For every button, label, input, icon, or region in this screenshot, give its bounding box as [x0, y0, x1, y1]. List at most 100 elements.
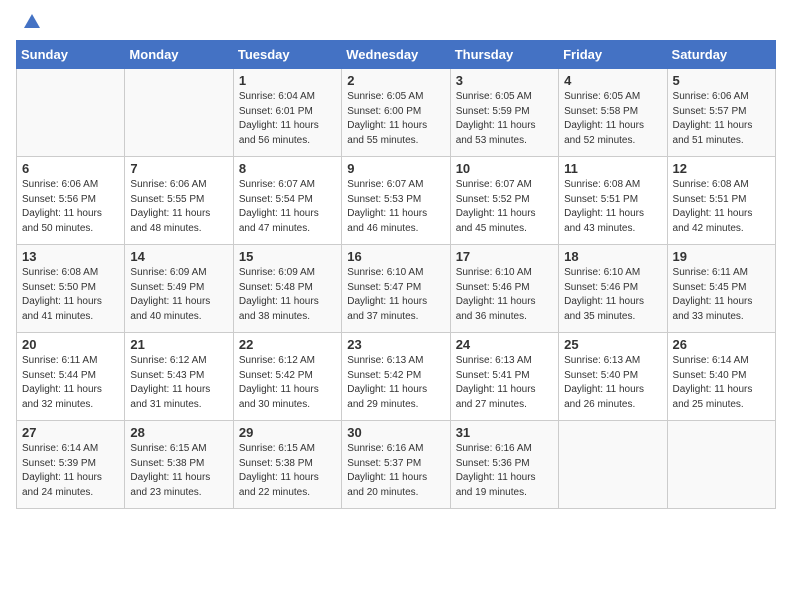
- day-number: 22: [239, 337, 336, 352]
- logo: [16, 16, 40, 30]
- calendar-cell: 25Sunrise: 6:13 AMSunset: 5:40 PMDayligh…: [559, 333, 667, 421]
- day-number: 15: [239, 249, 336, 264]
- calendar-cell: [559, 421, 667, 509]
- day-info: Sunrise: 6:10 AMSunset: 5:47 PMDaylight:…: [347, 266, 444, 324]
- day-number: 11: [564, 161, 661, 176]
- day-info: Sunrise: 6:06 AMSunset: 5:55 PMDaylight:…: [130, 178, 227, 236]
- day-number: 10: [456, 161, 553, 176]
- calendar-header-row: SundayMondayTuesdayWednesdayThursdayFrid…: [17, 41, 776, 69]
- day-info: Sunrise: 6:09 AMSunset: 5:49 PMDaylight:…: [130, 266, 227, 324]
- day-info: Sunrise: 6:12 AMSunset: 5:42 PMDaylight:…: [239, 354, 336, 412]
- day-info: Sunrise: 6:07 AMSunset: 5:54 PMDaylight:…: [239, 178, 336, 236]
- calendar-cell: 3 Sunrise: 6:05 AMSunset: 5:59 PMDaylight…: [450, 69, 558, 157]
- page-header: [16, 16, 776, 30]
- calendar-week-5: 27 Sunrise: 6:14 AMSunset: 5:39 PMDayligh…: [17, 421, 776, 509]
- column-header-friday: Friday: [559, 41, 667, 69]
- day-number: 30: [347, 425, 444, 440]
- calendar-cell: 20 Sunrise: 6:11 AMSunset: 5:44 PMDayligh…: [17, 333, 125, 421]
- day-info: Sunrise: 6:09 AMSunset: 5:48 PMDaylight:…: [239, 266, 336, 324]
- calendar-cell: [125, 69, 233, 157]
- column-header-wednesday: Wednesday: [342, 41, 450, 69]
- calendar-cell: 9 Sunrise: 6:07 AMSunset: 5:53 PMDaylight…: [342, 157, 450, 245]
- day-info: Sunrise: 6:08 AMSunset: 5:51 PMDaylight:…: [564, 178, 661, 236]
- day-info: Sunrise: 6:15 AMSunset: 5:38 PMDaylight:…: [130, 442, 227, 500]
- calendar-cell: 27 Sunrise: 6:14 AMSunset: 5:39 PMDayligh…: [17, 421, 125, 509]
- day-number: 27: [22, 425, 119, 440]
- day-number: 9: [347, 161, 444, 176]
- calendar-cell: 15 Sunrise: 6:09 AMSunset: 5:48 PMDayligh…: [233, 245, 341, 333]
- day-info: Sunrise: 6:05 AMSunset: 5:59 PMDaylight:…: [456, 90, 553, 148]
- day-info: Sunrise: 6:14 AMSunset: 5:40 PMDaylight:…: [673, 354, 770, 412]
- day-number: 18: [564, 249, 661, 264]
- day-number: 19: [673, 249, 770, 264]
- day-info: Sunrise: 6:11 AMSunset: 5:45 PMDaylight:…: [673, 266, 770, 324]
- day-info: Sunrise: 6:14 AMSunset: 5:39 PMDaylight:…: [22, 442, 119, 500]
- calendar-cell: 18 Sunrise: 6:10 AMSunset: 5:46 PMDayligh…: [559, 245, 667, 333]
- calendar-cell: 24Sunrise: 6:13 AMSunset: 5:41 PMDayligh…: [450, 333, 558, 421]
- column-header-tuesday: Tuesday: [233, 41, 341, 69]
- day-number: 1: [239, 73, 336, 88]
- day-number: 28: [130, 425, 227, 440]
- day-info: Sunrise: 6:06 AMSunset: 5:57 PMDaylight:…: [673, 90, 770, 148]
- day-info: Sunrise: 6:16 AMSunset: 5:36 PMDaylight:…: [456, 442, 553, 500]
- calendar-cell: 13 Sunrise: 6:08 AMSunset: 5:50 PMDayligh…: [17, 245, 125, 333]
- day-info: Sunrise: 6:16 AMSunset: 5:37 PMDaylight:…: [347, 442, 444, 500]
- day-number: 21: [130, 337, 227, 352]
- day-info: Sunrise: 6:10 AMSunset: 5:46 PMDaylight:…: [456, 266, 553, 324]
- calendar-cell: 16 Sunrise: 6:10 AMSunset: 5:47 PMDayligh…: [342, 245, 450, 333]
- day-number: 16: [347, 249, 444, 264]
- column-header-sunday: Sunday: [17, 41, 125, 69]
- day-number: 2: [347, 73, 444, 88]
- calendar-cell: 23 Sunrise: 6:13 AMSunset: 5:42 PMDayligh…: [342, 333, 450, 421]
- calendar-cell: [667, 421, 775, 509]
- calendar-cell: 11 Sunrise: 6:08 AMSunset: 5:51 PMDayligh…: [559, 157, 667, 245]
- day-info: Sunrise: 6:05 AMSunset: 5:58 PMDaylight:…: [564, 90, 661, 148]
- day-number: 31: [456, 425, 553, 440]
- calendar-table: SundayMondayTuesdayWednesdayThursdayFrid…: [16, 40, 776, 509]
- day-info: Sunrise: 6:11 AMSunset: 5:44 PMDaylight:…: [22, 354, 119, 412]
- calendar-week-3: 13 Sunrise: 6:08 AMSunset: 5:50 PMDayligh…: [17, 245, 776, 333]
- calendar-cell: 5 Sunrise: 6:06 AMSunset: 5:57 PMDaylight…: [667, 69, 775, 157]
- calendar-cell: 6 Sunrise: 6:06 AMSunset: 5:56 PMDaylight…: [17, 157, 125, 245]
- day-number: 23: [347, 337, 444, 352]
- day-info: Sunrise: 6:06 AMSunset: 5:56 PMDaylight:…: [22, 178, 119, 236]
- day-info: Sunrise: 6:10 AMSunset: 5:46 PMDaylight:…: [564, 266, 661, 324]
- column-header-monday: Monday: [125, 41, 233, 69]
- day-info: Sunrise: 6:08 AMSunset: 5:50 PMDaylight:…: [22, 266, 119, 324]
- day-number: 4: [564, 73, 661, 88]
- logo-icon: [22, 12, 40, 30]
- day-number: 8: [239, 161, 336, 176]
- calendar-cell: 10Sunrise: 6:07 AMSunset: 5:52 PMDayligh…: [450, 157, 558, 245]
- day-number: 7: [130, 161, 227, 176]
- calendar-week-1: 1Sunrise: 6:04 AMSunset: 6:01 PMDaylight…: [17, 69, 776, 157]
- day-number: 25: [564, 337, 661, 352]
- day-info: Sunrise: 6:07 AMSunset: 5:53 PMDaylight:…: [347, 178, 444, 236]
- day-info: Sunrise: 6:05 AMSunset: 6:00 PMDaylight:…: [347, 90, 444, 148]
- day-number: 5: [673, 73, 770, 88]
- day-info: Sunrise: 6:15 AMSunset: 5:38 PMDaylight:…: [239, 442, 336, 500]
- calendar-cell: 26 Sunrise: 6:14 AMSunset: 5:40 PMDayligh…: [667, 333, 775, 421]
- day-number: 24: [456, 337, 553, 352]
- day-number: 26: [673, 337, 770, 352]
- calendar-cell: 28 Sunrise: 6:15 AMSunset: 5:38 PMDayligh…: [125, 421, 233, 509]
- calendar-cell: 2 Sunrise: 6:05 AMSunset: 6:00 PMDaylight…: [342, 69, 450, 157]
- day-number: 17: [456, 249, 553, 264]
- calendar-cell: 29Sunrise: 6:15 AMSunset: 5:38 PMDayligh…: [233, 421, 341, 509]
- calendar-cell: 30 Sunrise: 6:16 AMSunset: 5:37 PMDayligh…: [342, 421, 450, 509]
- calendar-cell: 12Sunrise: 6:08 AMSunset: 5:51 PMDayligh…: [667, 157, 775, 245]
- calendar-cell: 17 Sunrise: 6:10 AMSunset: 5:46 PMDayligh…: [450, 245, 558, 333]
- calendar-cell: 31 Sunrise: 6:16 AMSunset: 5:36 PMDayligh…: [450, 421, 558, 509]
- calendar-cell: 14Sunrise: 6:09 AMSunset: 5:49 PMDayligh…: [125, 245, 233, 333]
- day-info: Sunrise: 6:13 AMSunset: 5:42 PMDaylight:…: [347, 354, 444, 412]
- column-header-saturday: Saturday: [667, 41, 775, 69]
- calendar-week-2: 6 Sunrise: 6:06 AMSunset: 5:56 PMDaylight…: [17, 157, 776, 245]
- day-number: 6: [22, 161, 119, 176]
- calendar-cell: 1Sunrise: 6:04 AMSunset: 6:01 PMDaylight…: [233, 69, 341, 157]
- column-header-thursday: Thursday: [450, 41, 558, 69]
- calendar-cell: 19 Sunrise: 6:11 AMSunset: 5:45 PMDayligh…: [667, 245, 775, 333]
- calendar-week-4: 20 Sunrise: 6:11 AMSunset: 5:44 PMDayligh…: [17, 333, 776, 421]
- day-number: 12: [673, 161, 770, 176]
- day-number: 20: [22, 337, 119, 352]
- day-number: 13: [22, 249, 119, 264]
- day-number: 3: [456, 73, 553, 88]
